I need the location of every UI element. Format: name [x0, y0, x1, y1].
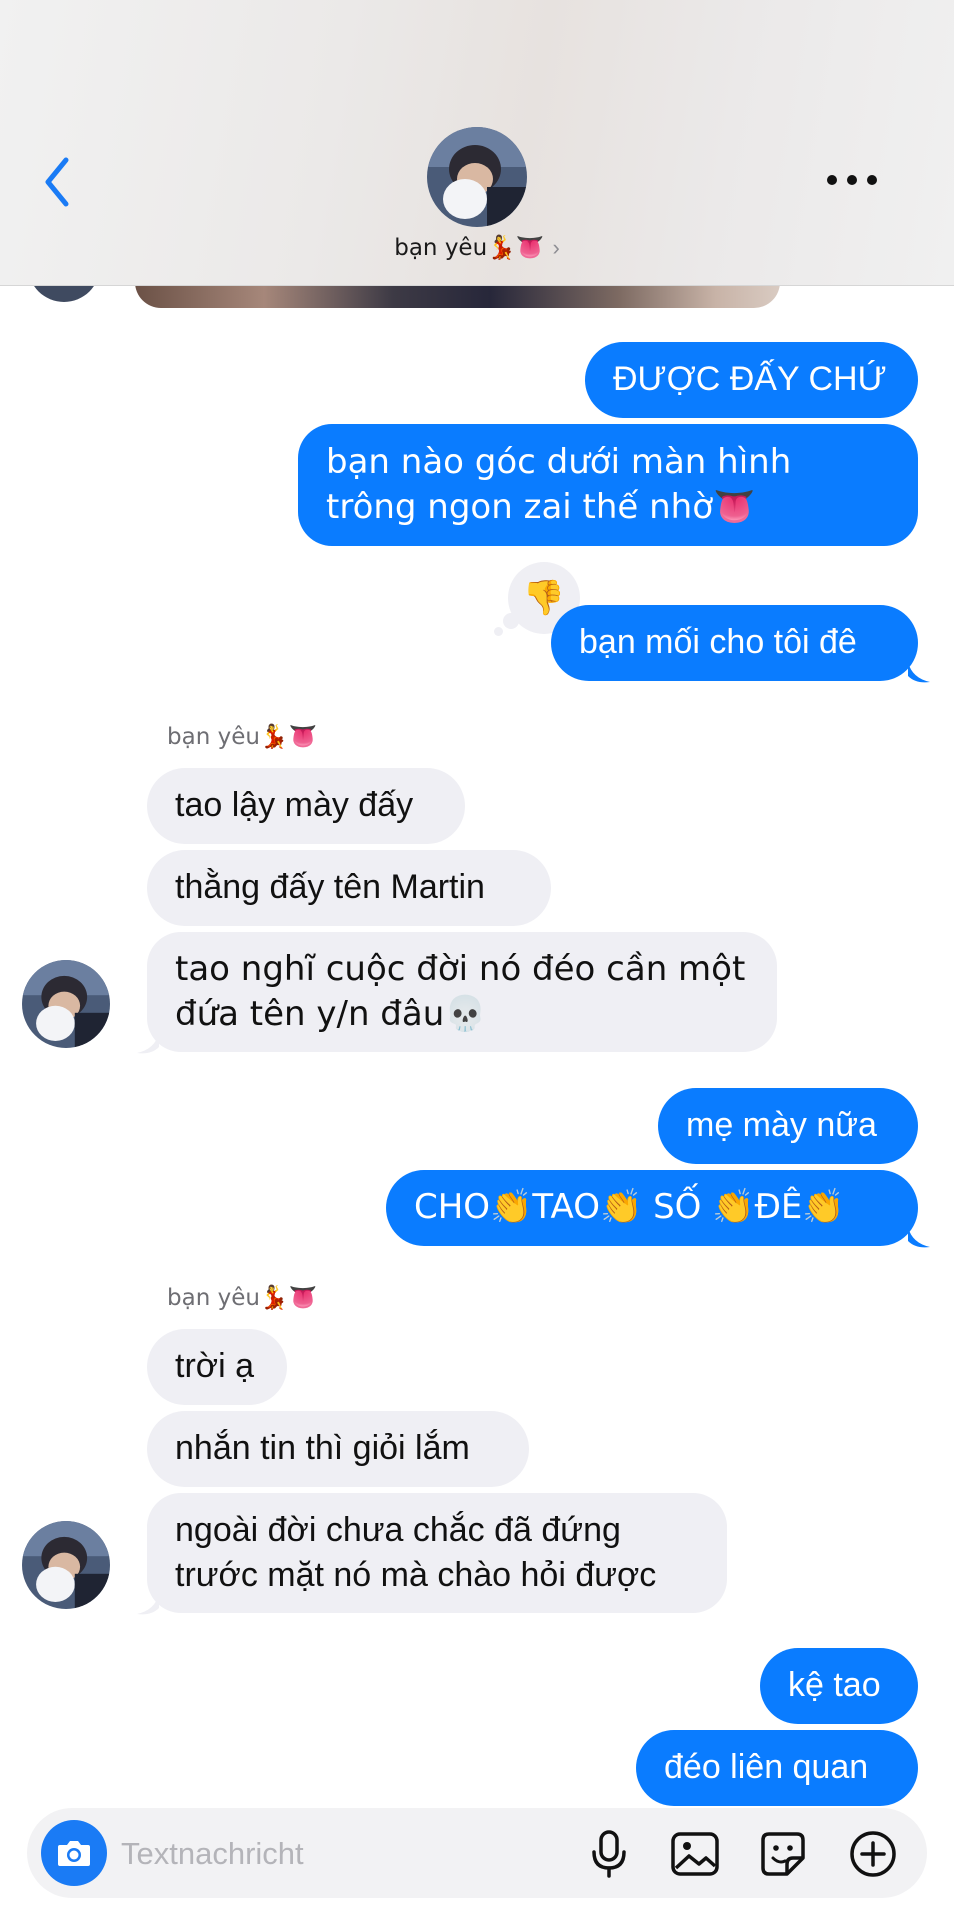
message-input[interactable] [119, 1828, 483, 1880]
gallery-icon[interactable] [669, 1828, 721, 1880]
camera-icon [58, 1841, 90, 1866]
back-button[interactable] [38, 152, 78, 212]
chevron-right-icon: › [552, 235, 560, 260]
sender-label: bạn yêu💃👅 [167, 724, 318, 750]
outgoing-message[interactable]: ĐƯỢC ĐẤY CHỨ [585, 342, 918, 418]
sender-avatar[interactable] [22, 960, 110, 1048]
reaction-dot [494, 627, 503, 636]
outgoing-message[interactable]: đéo liên quan [636, 1730, 918, 1806]
incoming-message[interactable]: ngoài đời chưa chắc đã đứng trước mặt nó… [147, 1493, 727, 1613]
chat-screen: bạn yêu💃👅 › ĐƯỢC ĐẤY CHỨ bạn nào góc dưới… [0, 0, 954, 1920]
incoming-message[interactable]: nhắn tin thì giỏi lắm [147, 1411, 529, 1487]
bubble-tail [137, 1594, 159, 1615]
plus-icon[interactable] [847, 1828, 899, 1880]
outgoing-message[interactable]: bạn nào góc dưới màn hình trông ngon zai… [298, 424, 918, 546]
incoming-message[interactable]: tao lậy mày đấy [147, 768, 465, 844]
camera-button[interactable] [41, 1820, 107, 1886]
sender-label: bạn yêu💃👅 [167, 1285, 318, 1311]
avatar-photo [22, 960, 110, 1048]
contact-name[interactable]: bạn yêu💃👅 › [320, 234, 634, 261]
incoming-message[interactable]: trời ạ [147, 1329, 287, 1405]
outgoing-message[interactable]: kệ tao [760, 1648, 918, 1724]
message-composer [27, 1808, 927, 1898]
avatar-photo [22, 1521, 110, 1609]
microphone-icon[interactable] [583, 1828, 635, 1880]
more-options-button[interactable] [820, 160, 884, 200]
sender-avatar[interactable] [22, 1521, 110, 1609]
bubble-tail [908, 662, 930, 683]
outgoing-message[interactable]: bạn mối cho tôi đê [551, 605, 918, 681]
incoming-message[interactable]: thằng đấy tên Martin [147, 850, 551, 926]
bubble-tail [137, 1033, 159, 1054]
outgoing-message[interactable]: CHO👏TAO👏 SỐ 👏ĐÊ👏 [386, 1170, 918, 1246]
contact-avatar[interactable] [427, 127, 527, 227]
sticker-icon[interactable] [757, 1828, 809, 1880]
chevron-left-icon [45, 157, 69, 207]
ellipsis-icon [827, 175, 877, 185]
avatar-photo [427, 127, 527, 227]
outgoing-message[interactable]: mẹ mày nữa [658, 1088, 918, 1164]
bubble-tail [908, 1227, 930, 1248]
thumbs-down-icon: 👎 [522, 578, 566, 618]
chat-header: bạn yêu💃👅 › [0, 0, 954, 286]
incoming-message[interactable]: tao nghĩ cuộc đời nó đéo cần một đứa tên… [147, 932, 777, 1052]
